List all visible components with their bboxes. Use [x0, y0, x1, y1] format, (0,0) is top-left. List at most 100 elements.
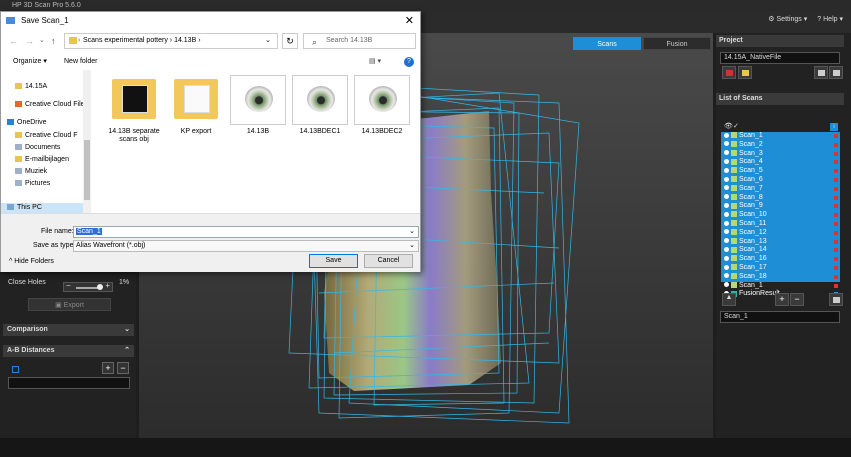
scan-list-item[interactable]: Scan_6: [721, 176, 840, 185]
scan-list-item[interactable]: Scan_10: [721, 211, 840, 220]
save-button[interactable]: Save: [309, 254, 358, 268]
checkbox-icon[interactable]: [731, 184, 737, 191]
checkbox-icon[interactable]: [731, 149, 737, 156]
view-options-icon[interactable]: ▤ ▾: [369, 54, 381, 70]
checkbox-icon[interactable]: [731, 237, 737, 244]
save-as-type-select[interactable]: Alias Wavefront (*.obj) ⌄: [73, 240, 419, 252]
save-as-project-button[interactable]: [829, 66, 843, 79]
checkbox-icon[interactable]: [731, 211, 737, 218]
nav-item[interactable]: Pictures: [1, 179, 83, 189]
slider-knob[interactable]: [96, 284, 103, 290]
search-input[interactable]: ⌕ Search 14.13B: [303, 33, 416, 49]
visibility-icon[interactable]: [724, 220, 729, 226]
help-menu[interactable]: ? Help ▾: [817, 15, 843, 23]
checkbox-icon[interactable]: [731, 202, 737, 209]
project-name-field[interactable]: 14.15A_NativeFile: [720, 52, 840, 64]
visibility-icon[interactable]: [724, 247, 729, 253]
scan-list-item[interactable]: Scan_8: [721, 194, 840, 203]
nav-item[interactable]: Documents: [1, 143, 83, 153]
visibility-icon[interactable]: [724, 273, 729, 279]
scan-list[interactable]: 👁 ✓ i Scan_1 Scan_2 Scan_3 Scan_4 Scan_5 Scan…: [721, 122, 840, 300]
tab-scans[interactable]: Scans: [573, 37, 641, 50]
visibility-icon[interactable]: [724, 229, 729, 235]
remove-scan-button[interactable]: −: [790, 293, 804, 306]
add-distance-button[interactable]: +: [102, 362, 114, 374]
selected-scan-name-field[interactable]: Scan_1: [720, 311, 840, 323]
recent-locations-icon[interactable]: ⌄: [39, 36, 45, 44]
scrollbar-thumb[interactable]: [84, 140, 90, 200]
checkbox-icon[interactable]: [731, 167, 737, 174]
nav-item[interactable]: Creative Cloud Files: [1, 100, 88, 110]
refresh-button[interactable]: ↻: [282, 33, 298, 49]
chevron-down-icon[interactable]: ⌄: [265, 34, 271, 48]
scan-list-item[interactable]: Scan_13: [721, 238, 840, 247]
scan-list-item[interactable]: Scan_2: [721, 141, 840, 150]
scan-list-item[interactable]: Scan_12: [721, 229, 840, 238]
checkbox-icon[interactable]: [731, 140, 737, 147]
nav-item[interactable]: 14.15A: [1, 82, 83, 92]
chevron-down-icon[interactable]: ⌄: [409, 227, 415, 237]
visibility-icon[interactable]: [724, 194, 729, 200]
move-up-button[interactable]: ▲: [722, 293, 736, 306]
visibility-icon[interactable]: [724, 255, 729, 261]
checkbox-icon[interactable]: [731, 272, 737, 279]
nav-item[interactable]: E-mailbijlagen: [1, 155, 83, 165]
nav-item[interactable]: Muziek: [1, 167, 83, 177]
visibility-icon[interactable]: [724, 211, 729, 217]
comparison-section[interactable]: Comparison ⌄: [3, 324, 134, 336]
checkbox-icon[interactable]: [731, 228, 737, 235]
cancel-button[interactable]: Cancel: [364, 254, 413, 268]
add-scan-button[interactable]: +: [775, 293, 789, 306]
file-item[interactable]: KP export: [168, 75, 224, 153]
settings-menu[interactable]: ⚙ Settings ▾: [768, 15, 807, 23]
file-item[interactable]: 14.13B separate scans obj: [106, 75, 162, 153]
delete-project-button[interactable]: [722, 66, 736, 79]
checkbox-icon[interactable]: [731, 176, 737, 183]
minus-icon[interactable]: −: [66, 281, 71, 290]
file-item[interactable]: 14.13BDEC2: [354, 75, 410, 153]
save-scan-button[interactable]: [829, 293, 843, 306]
scan-list-item[interactable]: Scan_18: [721, 273, 840, 282]
file-item[interactable]: 14.13BDEC1: [292, 75, 348, 153]
visibility-icon[interactable]: [724, 159, 729, 165]
up-arrow-icon[interactable]: ↑: [51, 36, 56, 46]
scan-list-item[interactable]: Scan_16: [721, 255, 840, 264]
help-icon[interactable]: ?: [404, 57, 414, 67]
new-folder-button[interactable]: New folder: [64, 54, 97, 70]
visibility-icon[interactable]: [724, 185, 729, 191]
forward-arrow-icon[interactable]: →: [25, 36, 34, 46]
plus-icon[interactable]: +: [105, 281, 110, 290]
visibility-icon[interactable]: [724, 203, 729, 209]
checkbox-icon[interactable]: [731, 158, 737, 165]
ab-distance-field[interactable]: [8, 377, 130, 389]
scan-list-item[interactable]: Scan_7: [721, 185, 840, 194]
visibility-icon[interactable]: [724, 132, 729, 138]
scan-list-item[interactable]: Scan_3: [721, 150, 840, 159]
checkbox-icon[interactable]: [731, 132, 737, 139]
scan-list-item[interactable]: Scan_14: [721, 246, 840, 255]
tab-fusion[interactable]: Fusion: [643, 37, 711, 50]
ab-checkbox[interactable]: [12, 366, 19, 373]
scan-list-item[interactable]: Scan_1: [721, 132, 840, 141]
save-project-button[interactable]: [814, 66, 828, 79]
scan-list-item[interactable]: Scan_4: [721, 158, 840, 167]
visibility-icon[interactable]: [724, 176, 729, 182]
visibility-icon[interactable]: [724, 282, 729, 288]
scan-list-item[interactable]: Scan_17: [721, 264, 840, 273]
checkbox-icon[interactable]: [731, 246, 737, 253]
export-button[interactable]: ▣ Export: [28, 298, 111, 311]
address-bar[interactable]: › Scans experimental pottery › 14.13B › …: [64, 33, 278, 49]
ab-distances-section[interactable]: A-B Distances ⌃: [3, 345, 134, 357]
visibility-icon[interactable]: [724, 238, 729, 244]
back-arrow-icon[interactable]: ←: [9, 36, 18, 46]
nav-scrollbar[interactable]: [83, 70, 91, 213]
visibility-icon[interactable]: [724, 264, 729, 270]
remove-distance-button[interactable]: −: [117, 362, 129, 374]
nav-item[interactable]: Creative Cloud F: [1, 131, 83, 141]
scan-list-item[interactable]: Scan_1: [721, 282, 840, 291]
file-item[interactable]: 14.13B: [230, 75, 286, 153]
organize-button[interactable]: Organize ▾: [13, 54, 47, 70]
checkbox-icon[interactable]: [731, 264, 737, 271]
scan-list-item[interactable]: Scan_5: [721, 167, 840, 176]
checkbox-icon[interactable]: [731, 220, 737, 227]
